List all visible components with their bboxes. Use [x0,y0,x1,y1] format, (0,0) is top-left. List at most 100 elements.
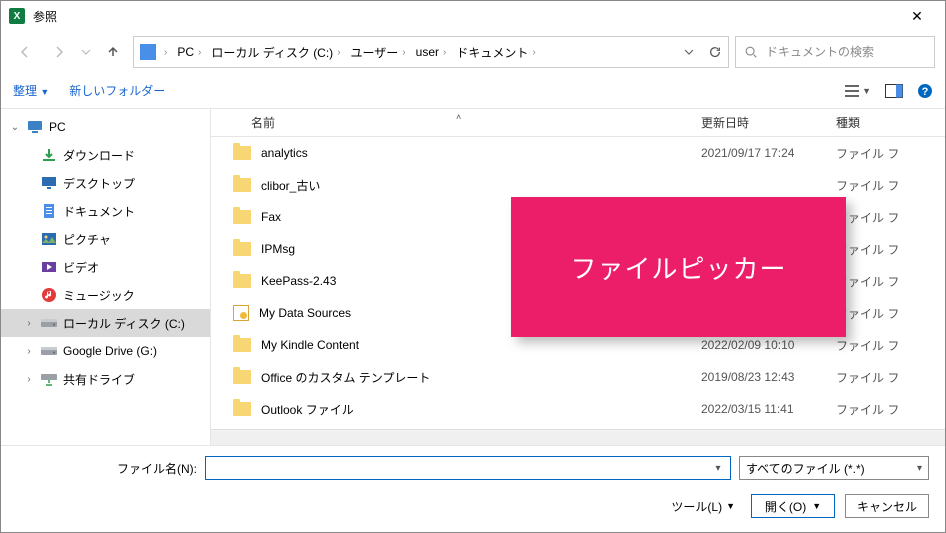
disk-icon [41,315,57,331]
file-type: ファイル フ [836,305,945,322]
sort-asc-icon: ˄ [456,112,461,122]
expand-icon[interactable]: ⌄ [9,122,21,133]
file-type: ファイル フ [836,337,945,354]
file-name: IPMsg [261,242,295,256]
file-type: ファイル フ [836,209,945,226]
nav-row: › PC› ローカル ディスク (C:)› ユーザー› user› ドキュメント… [1,31,945,73]
tree-item[interactable]: ›デスクトップ [1,169,210,197]
up-button[interactable] [99,38,127,66]
music-icon [41,287,57,303]
file-list-header[interactable]: 名前˄ 更新日時 種類 [211,109,945,137]
filename-input[interactable] [210,461,710,475]
file-type-filter[interactable]: すべてのファイル (*.*)▾ [739,456,929,480]
breadcrumb-segment[interactable]: ドキュメント› [454,42,539,63]
file-list-pane: 名前˄ 更新日時 種類 ファイルピッカー analytics2021/09/17… [211,109,945,445]
expand-icon[interactable]: › [23,318,35,329]
back-button[interactable] [11,38,39,66]
open-button[interactable]: 開く(O)▼ [751,494,835,518]
location-icon [140,44,156,60]
file-name: clibor_古い [261,177,320,194]
address-bar[interactable]: › PC› ローカル ディスク (C:)› ユーザー› user› ドキュメント… [133,36,729,68]
expand-icon[interactable]: › [23,346,35,357]
expand-icon[interactable]: › [23,374,35,385]
filename-combo[interactable]: ▾ [205,456,731,480]
chevron-right-icon: › [402,47,405,58]
breadcrumb-segment[interactable]: ローカル ディスク (C:)› [209,42,344,63]
file-date: 2022/03/15 11:41 [701,402,836,416]
tree-item-label: デスクトップ [63,175,135,192]
tools-menu[interactable]: ツール(L) ▼ [671,498,735,515]
file-list[interactable]: ファイルピッカー analytics2021/09/17 17:24ファイル フ… [211,137,945,429]
folder-icon [233,242,251,256]
file-type: ファイル フ [836,273,945,290]
preview-pane-button[interactable] [885,84,903,98]
excel-icon: X [9,8,25,24]
refresh-button[interactable] [708,45,722,59]
dialog-footer: ファイル名(N): ▾ すべてのファイル (*.*)▾ ツール(L) ▼ 開く(… [1,445,945,532]
close-button[interactable]: ✕ [897,1,937,31]
column-type[interactable]: 種類 [836,114,945,131]
folder-icon [233,370,251,384]
tree-item[interactable]: ›ダウンロード [1,141,210,169]
organize-menu[interactable]: 整理 ▼ [13,82,49,99]
file-date: 2022/02/09 10:10 [701,338,836,352]
tree-item-label: ドキュメント [63,203,135,220]
column-date[interactable]: 更新日時 [701,114,836,131]
file-name: My Kindle Content [261,338,359,352]
new-folder-button[interactable]: 新しいフォルダー [69,82,165,99]
tree-item[interactable]: ›共有ドライブ [1,365,210,393]
data-source-icon [233,305,249,321]
chevron-down-icon: ▾ [917,463,922,474]
tree-item[interactable]: ›ドキュメント [1,197,210,225]
tree-item[interactable]: ›ビデオ [1,253,210,281]
file-name: Outlook ファイル [261,401,354,418]
file-type: ファイル フ [836,241,945,258]
folder-icon [233,210,251,224]
tree-item-label: ミュージック [63,287,135,304]
chevron-right-icon: › [198,47,201,58]
recent-dropdown[interactable] [79,38,93,66]
desktop-icon [41,175,57,191]
svg-text:?: ? [922,86,929,98]
tree-item-label: ローカル ディスク (C:) [63,315,185,332]
tree-item[interactable]: ⌄ PC [1,113,210,141]
file-open-dialog: X 参照 ✕ › PC› ローカル ディスク (C:)› ユーザー› user›… [0,0,946,533]
file-date: 2019/08/23 12:43 [701,370,836,384]
search-input[interactable] [766,45,926,59]
file-name: Office のカスタム テンプレート [261,369,430,386]
file-row[interactable]: analytics2021/09/17 17:24ファイル フ [211,137,945,169]
search-box[interactable] [735,36,935,68]
tree-item[interactable]: › ローカル ディスク (C:) [1,309,210,337]
forward-button[interactable] [45,38,73,66]
address-dropdown[interactable] [684,47,694,57]
breadcrumb-segment[interactable]: ユーザー› [349,42,410,63]
breadcrumb-segment[interactable]: user› [414,43,451,61]
file-row[interactable]: Office のカスタム テンプレート2019/08/23 12:43ファイル … [211,361,945,393]
help-button[interactable]: ? [917,83,933,99]
toolbar: 整理 ▼ 新しいフォルダー ▼ ? [1,73,945,109]
horizontal-scrollbar[interactable] [211,429,945,445]
file-name: analytics [261,146,308,160]
cancel-button[interactable]: キャンセル [845,494,929,518]
tree-item-label: Google Drive (G:) [63,344,157,358]
nav-tree[interactable]: ⌄PC›ダウンロード›デスクトップ›ドキュメント›ピクチャ›ビデオ›ミュージック… [1,109,211,445]
tree-item-label: PC [49,120,66,134]
column-name[interactable]: 名前˄ [211,114,701,131]
download-icon [41,147,57,163]
tree-item[interactable]: ›ピクチャ [1,225,210,253]
view-menu[interactable]: ▼ [844,84,871,98]
file-name: My Data Sources [259,306,351,320]
file-row[interactable]: Outlook ファイル2022/03/15 11:41ファイル フ [211,393,945,425]
titlebar: X 参照 ✕ [1,1,945,31]
chevron-down-icon[interactable]: ▾ [710,463,726,474]
videos-icon [41,259,57,275]
tree-item[interactable]: › Google Drive (G:) [1,337,210,365]
tree-item[interactable]: ›ミュージック [1,281,210,309]
folder-icon [233,178,251,192]
breadcrumb-segment[interactable]: PC› [175,43,205,61]
file-type: ファイル フ [836,177,945,194]
pc-icon [27,119,43,135]
disk-icon [41,343,57,359]
folder-icon [233,146,251,160]
chevron-right-icon: › [443,47,446,58]
